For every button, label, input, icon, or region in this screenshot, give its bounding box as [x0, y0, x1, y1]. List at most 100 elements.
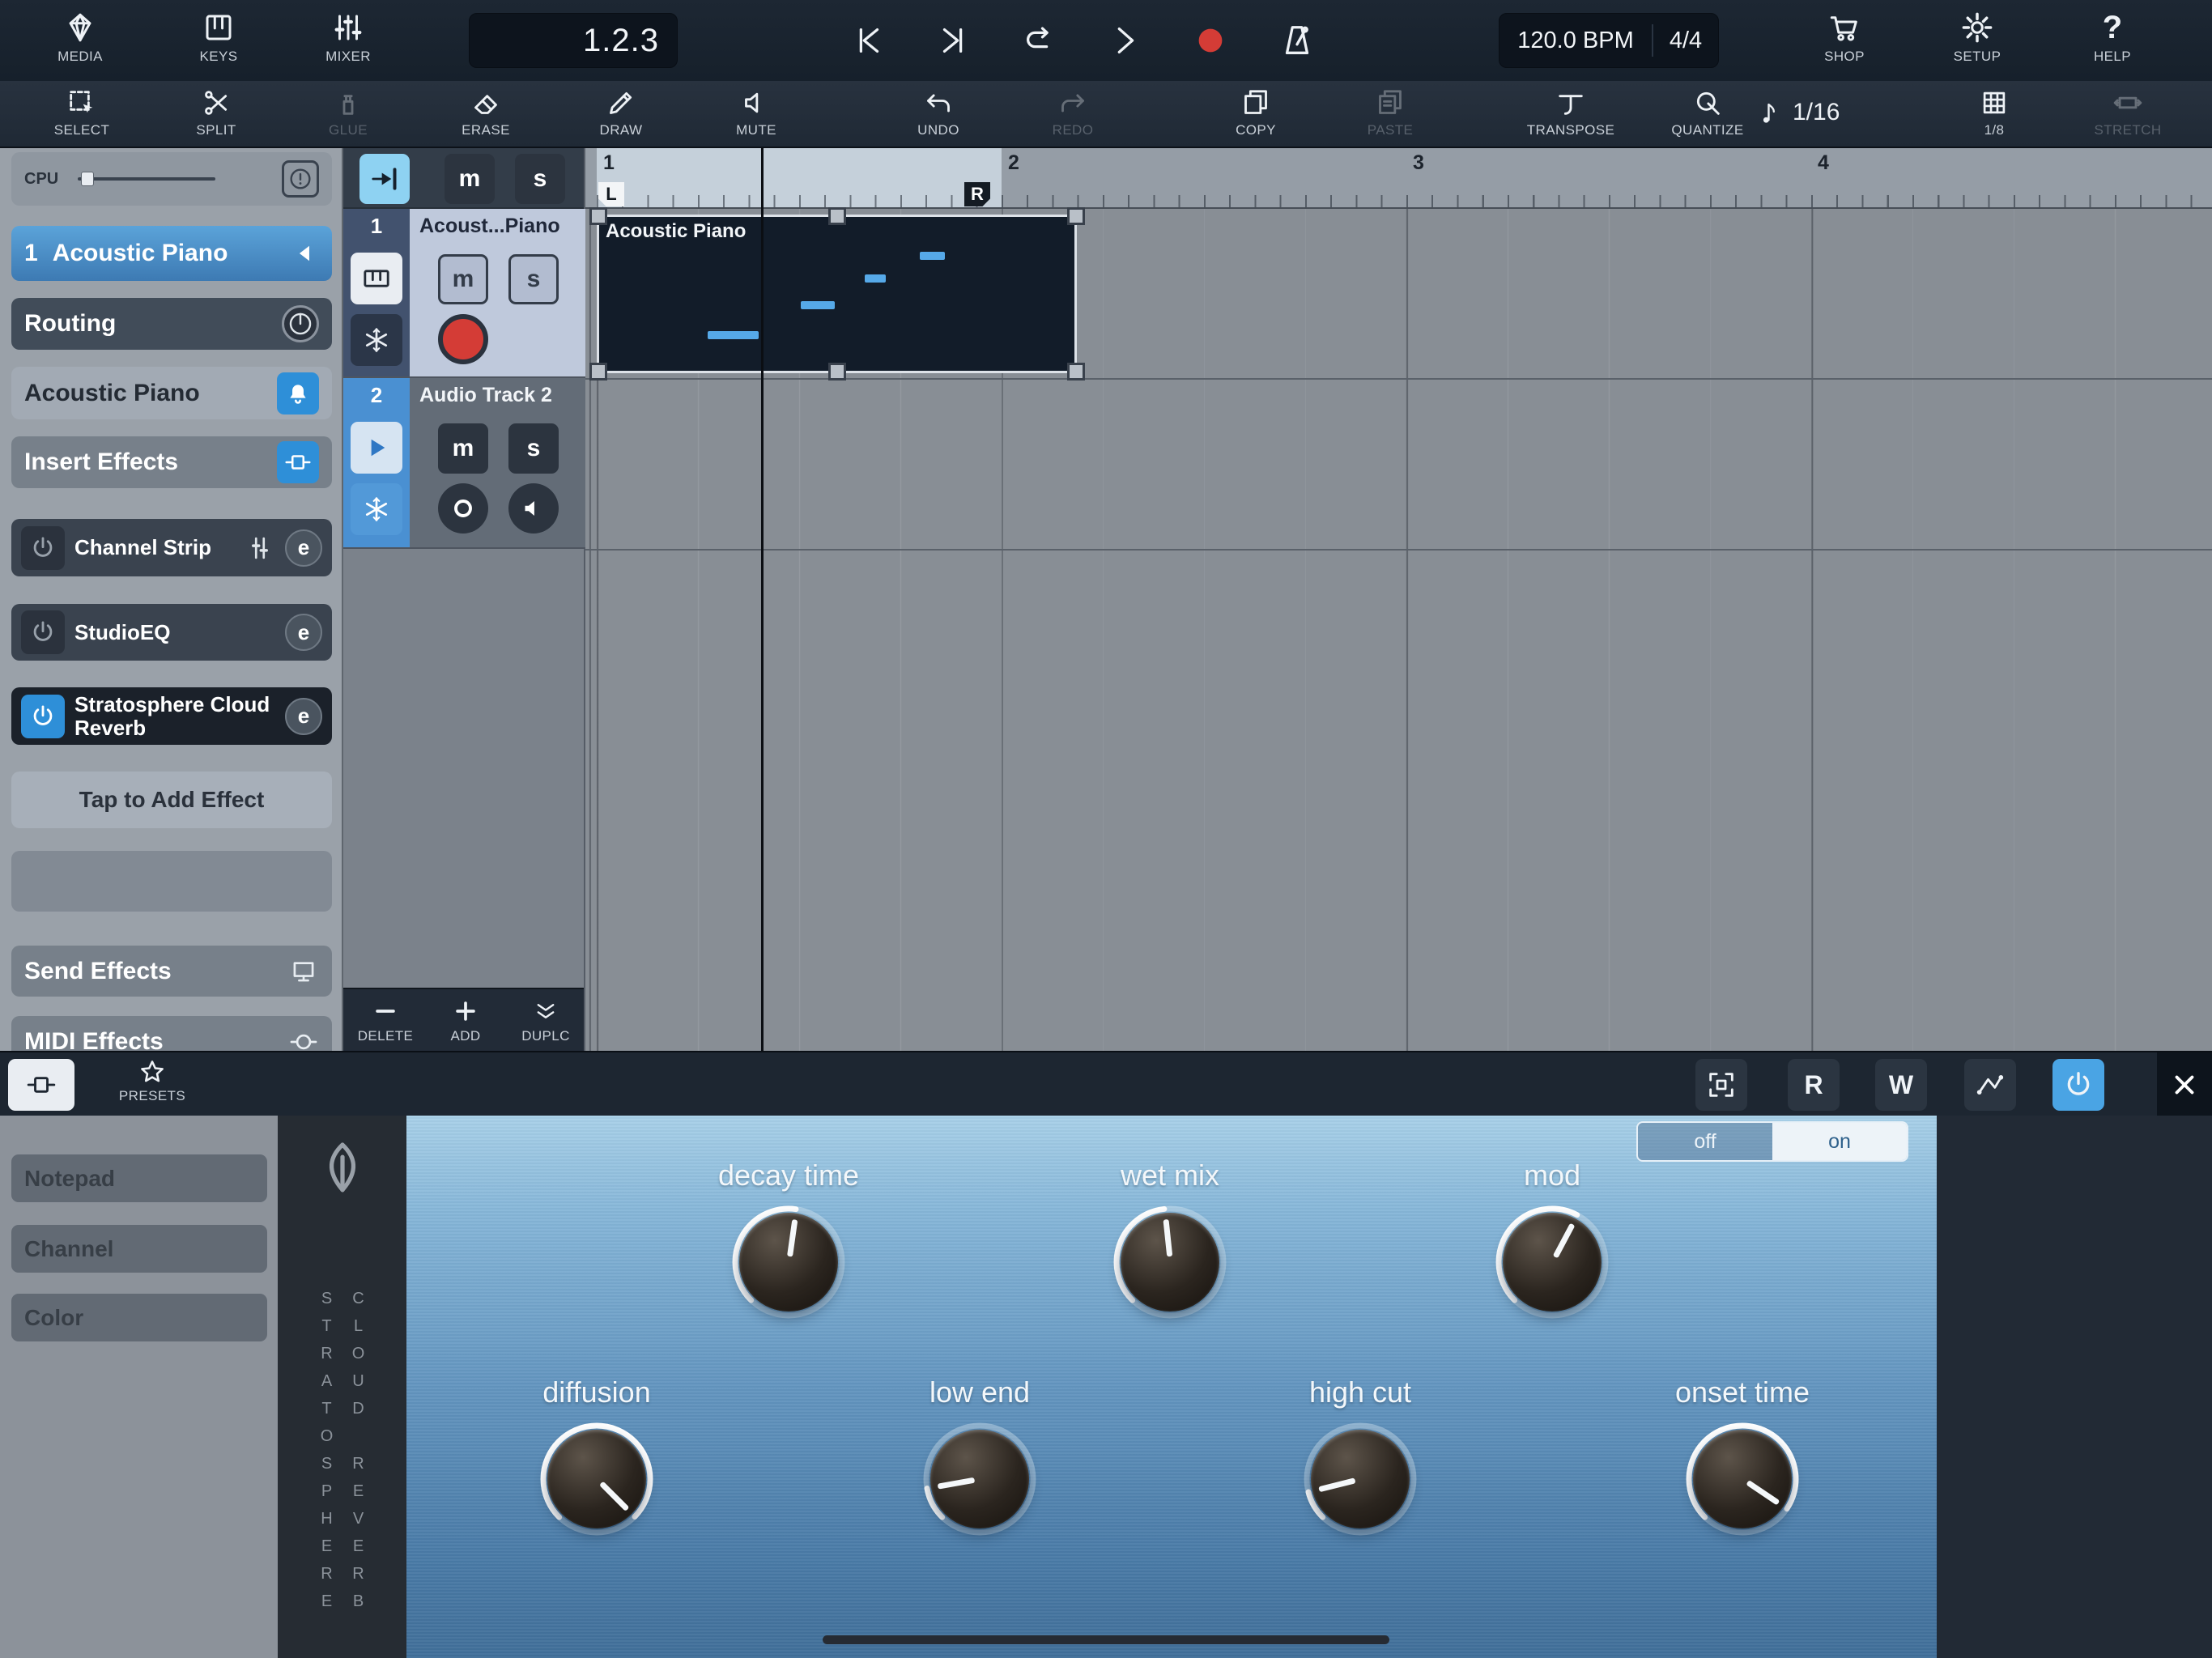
onset-time-knob[interactable] [1682, 1418, 1803, 1540]
effect-slot-1[interactable]: Channel Strip e [11, 519, 332, 576]
selection-handle[interactable] [1067, 207, 1085, 225]
freeze-button[interactable] [351, 483, 402, 535]
auto-scroll-button[interactable] [359, 154, 410, 204]
tool-erase[interactable]: ERASE [425, 85, 547, 138]
tool-select[interactable]: SELECT [21, 85, 143, 138]
shop-button[interactable]: SHOP [1788, 8, 1901, 65]
loop-button[interactable] [1014, 15, 1066, 66]
high-cut-knob[interactable] [1300, 1418, 1421, 1540]
track-header-1[interactable]: 1 Acoust...Piano m s [343, 209, 585, 378]
solo-button[interactable]: s [508, 254, 559, 304]
mute-button[interactable]: m [438, 254, 488, 304]
selection-handle[interactable] [589, 207, 607, 225]
metronome-button[interactable] [1271, 15, 1323, 66]
midi-note[interactable] [920, 252, 945, 260]
presets-tab[interactable]: PRESETS [104, 1057, 201, 1104]
mod-knob[interactable] [1491, 1201, 1613, 1323]
tempo-display[interactable]: 120.0 BPM 4/4 [1499, 13, 1719, 68]
timeline-ruler[interactable]: 1 2 3 4 L R [585, 148, 2212, 209]
copy-button[interactable]: COPY [1195, 85, 1317, 138]
midi-clip[interactable]: Acoustic Piano [589, 207, 1085, 380]
sidebar-item-channel[interactable]: Channel [11, 1225, 267, 1273]
setup-button[interactable]: SETUP [1921, 8, 2034, 65]
paste-button[interactable]: PASTE [1329, 85, 1451, 138]
keys-button[interactable]: KEYS [162, 8, 275, 65]
tool-stretch[interactable]: STRETCH [2067, 85, 2189, 138]
duplicate-track-button[interactable]: DUPLC [507, 996, 585, 1044]
midi-note[interactable] [708, 331, 759, 339]
record-arm-button[interactable] [438, 483, 488, 534]
selection-handle[interactable] [828, 363, 846, 380]
midi-effects-header[interactable]: MIDI Effects [11, 1016, 332, 1051]
selection-handle[interactable] [828, 207, 846, 225]
delete-track-button[interactable]: DELETE [347, 996, 424, 1044]
close-panel-button[interactable] [2157, 1052, 2212, 1117]
master-mute-button[interactable]: m [445, 154, 495, 204]
decay-time-knob[interactable] [728, 1201, 849, 1323]
home-indicator[interactable] [823, 1635, 1389, 1644]
effect-tab[interactable] [8, 1059, 74, 1111]
cpu-slider[interactable] [78, 172, 216, 186]
effect-power-button[interactable] [21, 525, 65, 570]
toggle-off-option[interactable]: off [1638, 1123, 1772, 1160]
go-to-end-button[interactable] [928, 15, 980, 66]
automation-write-button[interactable]: W [1875, 1059, 1927, 1111]
effect-power-button[interactable] [21, 610, 65, 654]
edit-effect-button[interactable]: e [285, 614, 322, 651]
redo-button[interactable]: REDO [1012, 85, 1134, 138]
toggle-on-option[interactable]: on [1772, 1123, 1907, 1160]
help-button[interactable]: ? HELP [2056, 8, 2169, 65]
tool-glue[interactable]: GLUE [287, 85, 409, 138]
audio-track-type-button[interactable] [351, 422, 402, 474]
record-arm-button[interactable] [438, 314, 488, 364]
routing-button[interactable] [1964, 1059, 2016, 1111]
quantize-value-display[interactable]: 1/16 [1757, 99, 1840, 126]
media-button[interactable]: MEDIA [23, 8, 137, 65]
instrument-panel[interactable]: Acoustic Piano [11, 367, 332, 419]
routing-panel[interactable]: Routing [11, 298, 332, 350]
edit-effect-button[interactable]: e [285, 697, 322, 735]
midi-note[interactable] [865, 274, 886, 283]
track-inspector-header[interactable]: 1 Acoustic Piano [11, 226, 332, 281]
freeze-button[interactable] [351, 314, 402, 366]
transpose-button[interactable]: TRANSPOSE [1510, 85, 1631, 138]
selection-handle[interactable] [589, 363, 607, 380]
track-header-2[interactable]: 2 Audio Track 2 m s [343, 378, 585, 549]
plugin-power-button[interactable] [2052, 1059, 2104, 1111]
automation-read-button[interactable]: R [1788, 1059, 1840, 1111]
grid-value-button[interactable]: 1/8 [1933, 85, 2055, 138]
edit-effect-button[interactable]: e [285, 529, 322, 567]
fullscreen-button[interactable] [1695, 1059, 1747, 1111]
tool-mute[interactable]: MUTE [696, 85, 817, 138]
sidebar-item-color[interactable]: Color [11, 1294, 267, 1341]
tool-draw[interactable]: DRAW [560, 85, 682, 138]
cpu-slider-handle[interactable] [81, 172, 95, 186]
arrange-area[interactable]: 1 2 3 4 L R Acoustic Piano [585, 148, 2212, 1051]
midi-note[interactable] [801, 301, 835, 309]
wet-mix-knob[interactable] [1109, 1201, 1231, 1323]
cpu-warning-button[interactable] [282, 160, 319, 198]
play-button[interactable] [1099, 15, 1151, 66]
record-button[interactable] [1185, 15, 1236, 66]
tap-to-add-effect-button[interactable]: Tap to Add Effect [11, 772, 332, 828]
selection-handle[interactable] [1067, 363, 1085, 380]
add-track-button[interactable]: ADD [427, 996, 504, 1044]
send-effects-header[interactable]: Send Effects [11, 946, 332, 997]
empty-effect-slot[interactable] [11, 851, 332, 912]
quantize-button[interactable]: QUANTIZE [1647, 85, 1768, 138]
monitor-button[interactable] [508, 483, 559, 534]
tool-split[interactable]: SPLIT [155, 85, 277, 138]
solo-button[interactable]: s [508, 423, 559, 474]
insert-effects-header[interactable]: Insert Effects [11, 436, 332, 488]
low-end-knob[interactable] [919, 1418, 1040, 1540]
diffusion-knob[interactable] [536, 1418, 657, 1540]
playhead[interactable] [761, 148, 764, 1051]
position-display[interactable]: 1.2.3 [469, 13, 678, 68]
master-solo-button[interactable]: s [515, 154, 565, 204]
effect-slot-2[interactable]: StudioEQ e [11, 604, 332, 661]
instrument-type-button[interactable] [351, 253, 402, 304]
mixer-button[interactable]: MIXER [291, 8, 405, 65]
undo-button[interactable]: UNDO [878, 85, 999, 138]
go-to-start-button[interactable] [842, 15, 894, 66]
sidebar-item-notepad[interactable]: Notepad [11, 1154, 267, 1202]
